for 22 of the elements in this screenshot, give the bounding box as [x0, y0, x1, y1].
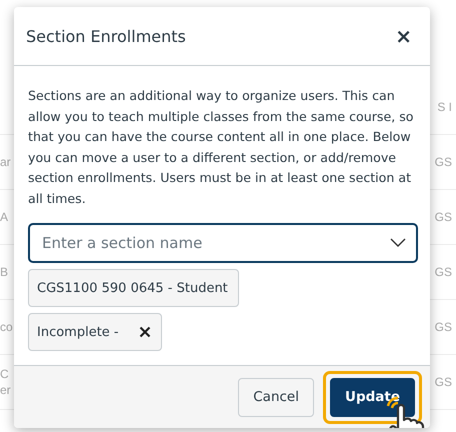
chevron-down-icon — [390, 238, 406, 248]
remove-icon[interactable] — [138, 326, 151, 338]
section-select[interactable]: Enter a section name — [28, 223, 418, 263]
update-button[interactable]: Update — [330, 378, 415, 416]
table-cell-text: GS — [434, 375, 453, 389]
description-text: Sections are an additional way to organize users. This can allow you to teach multiple classes from the same course, so that you can have the course content all in one place. Below you can move a user to a different section, or add/remove section enrollments. Users must be in at least one section at all times. — [28, 87, 414, 208]
table-cell: ar — [0, 154, 11, 170]
table-cell-text: GS — [434, 210, 453, 224]
close-button[interactable]: × — [391, 24, 416, 48]
column-header: S I — [437, 100, 453, 114]
table-cell: co — [0, 319, 13, 335]
table-cell-text: GS — [434, 265, 453, 279]
table-cell: A — [0, 209, 8, 225]
table-cell: er — [0, 382, 11, 398]
enrollment-label: CGS1100 590 0645 - Student — [37, 280, 228, 296]
cancel-button[interactable]: Cancel — [238, 378, 314, 416]
table-cell: B — [0, 264, 8, 280]
table-cell-text: C — [0, 366, 10, 382]
enrollment-label: Incomplete - — [37, 324, 119, 340]
table-cell-text: GS — [434, 155, 453, 169]
table-cell-text: GS — [434, 320, 453, 334]
dialog-title: Section Enrollments — [26, 26, 186, 46]
